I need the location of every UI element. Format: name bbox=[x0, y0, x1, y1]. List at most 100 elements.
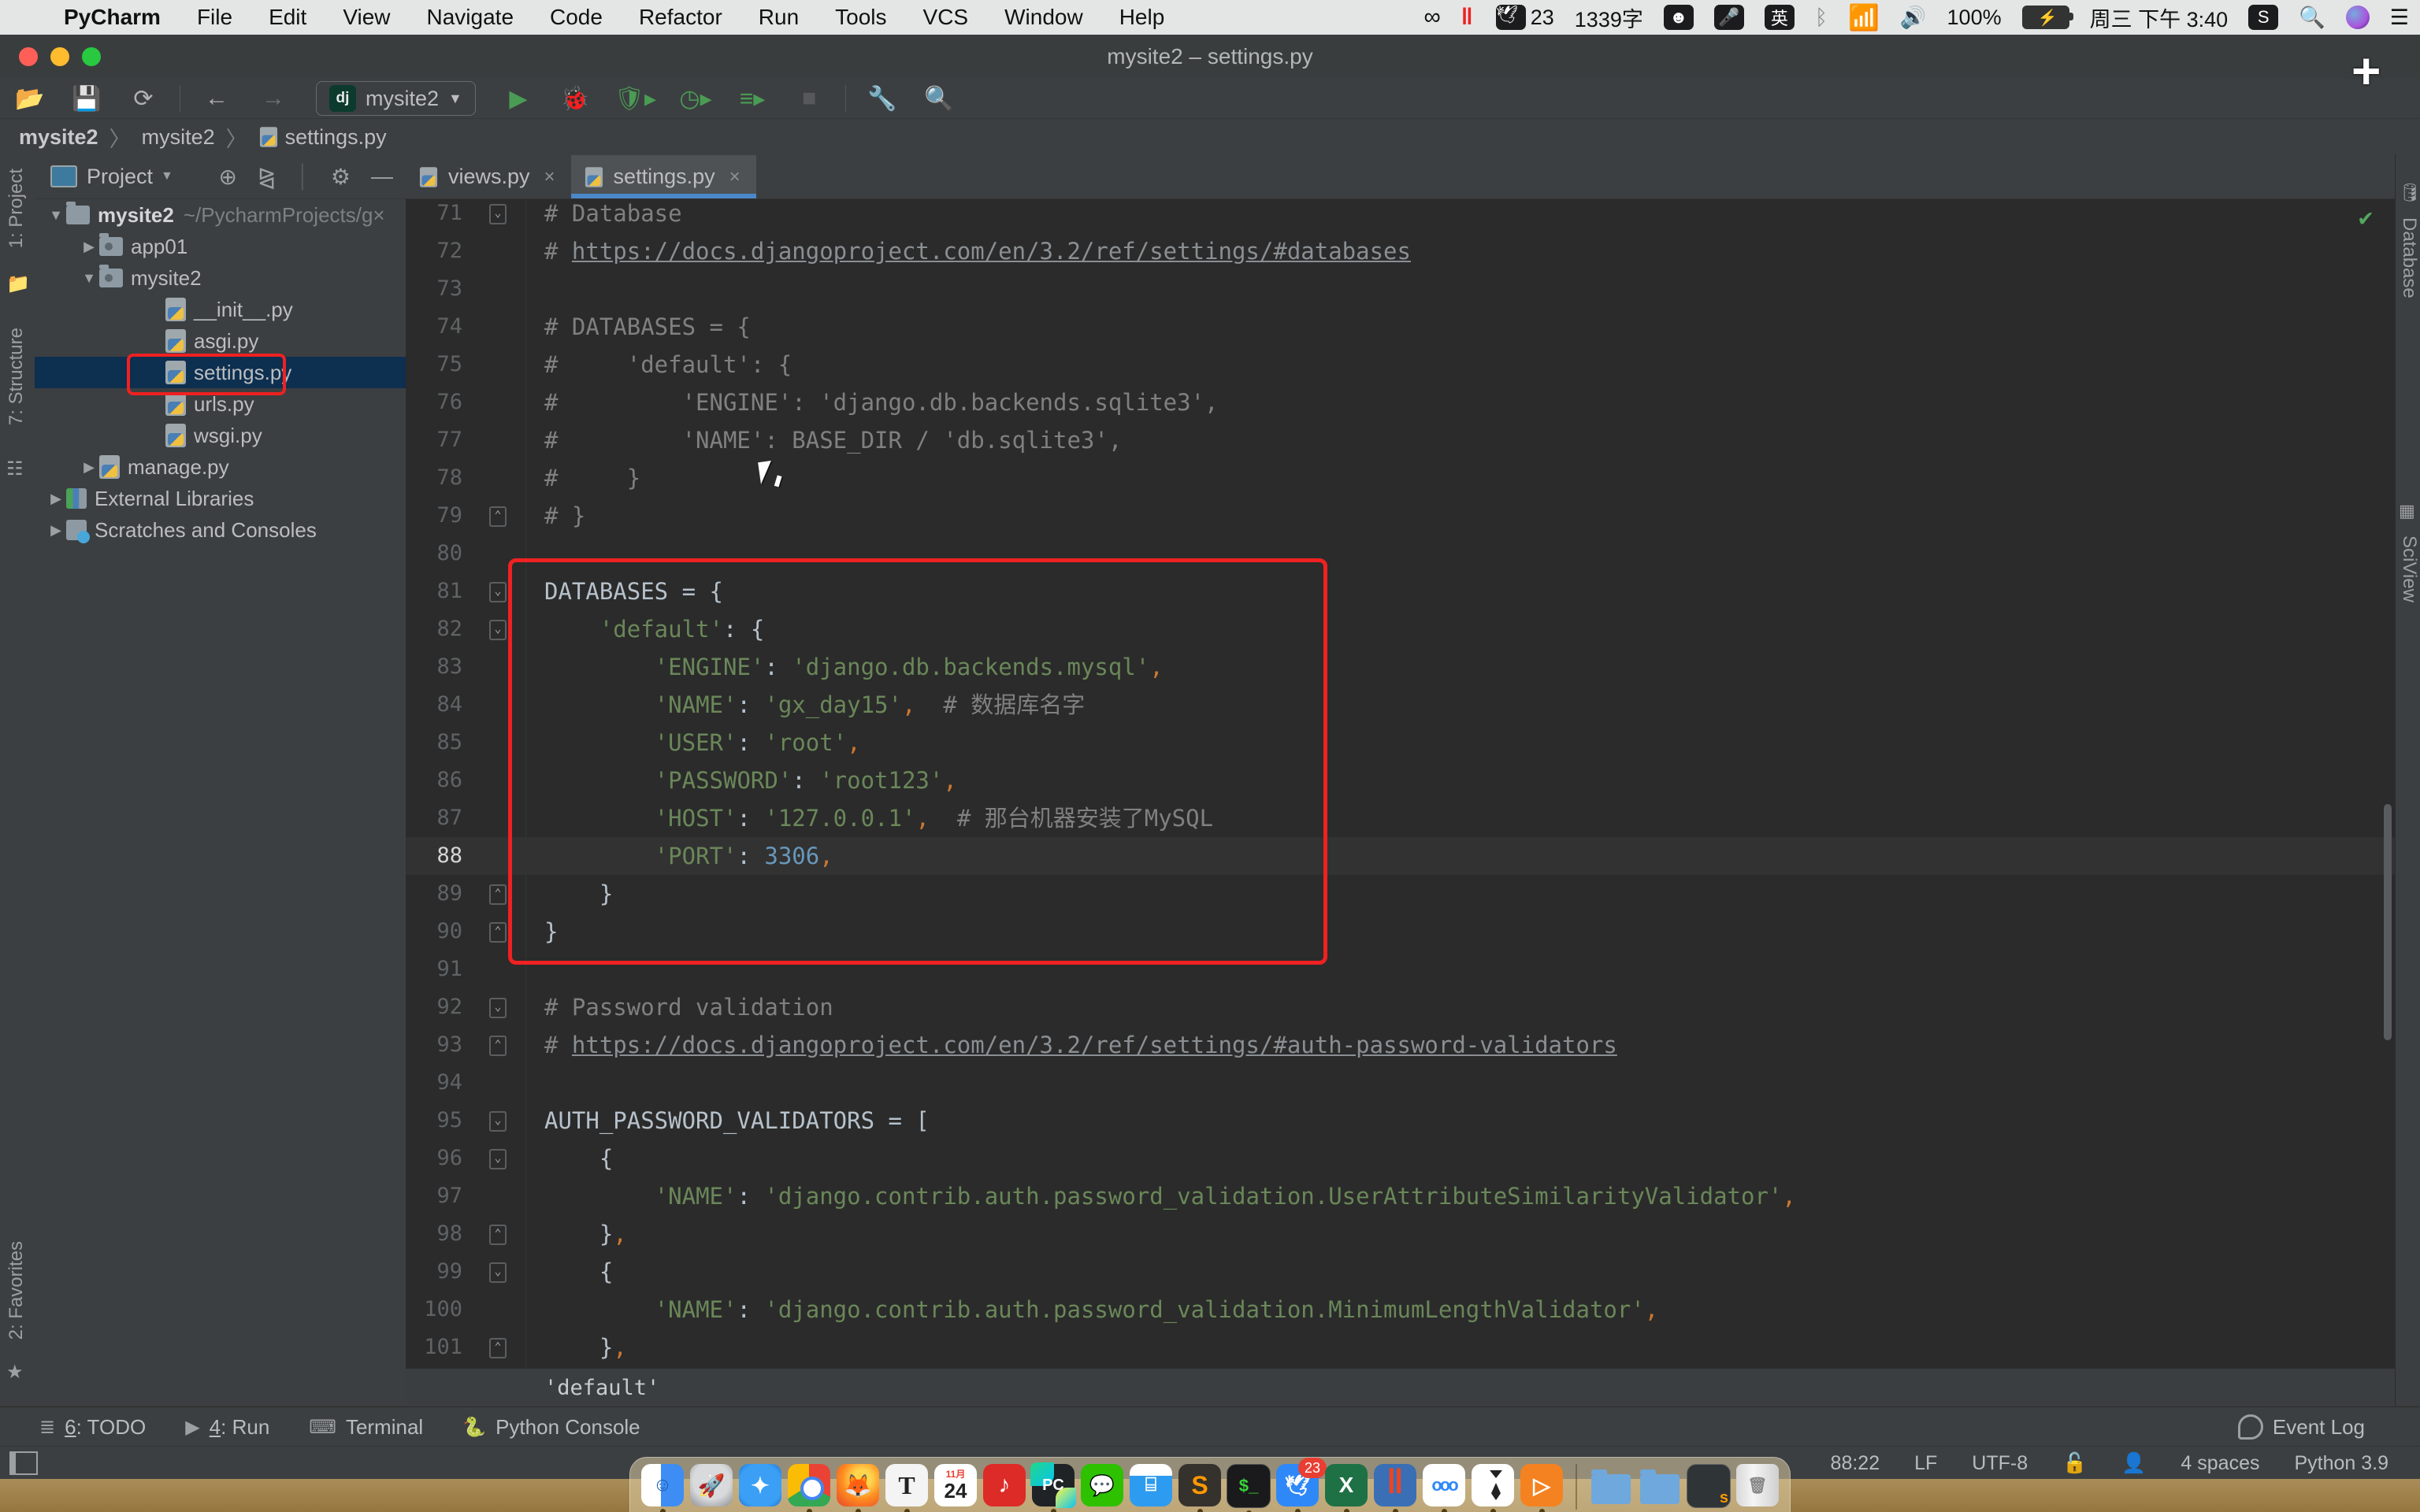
menu-item-help[interactable]: Help bbox=[1101, 5, 1183, 29]
tree-item-scratches-and-consoles[interactable]: ▶Scratches and Consoles bbox=[35, 514, 406, 546]
tree-expand-arrow[interactable]: ▶ bbox=[79, 239, 99, 255]
tree-item-wsgi-py[interactable]: wsgi.py bbox=[35, 420, 406, 451]
code-line-78[interactable]: 78# } bbox=[406, 459, 2395, 497]
dock-app-terminal[interactable]: $_ bbox=[1227, 1464, 1270, 1512]
fold-marker-icon[interactable]: ⌄ bbox=[489, 1262, 507, 1283]
dock-app-folder-downloads[interactable] bbox=[1639, 1464, 1681, 1506]
tree-item-app01[interactable]: ▶app01 bbox=[35, 231, 406, 262]
tree-item-manage-py[interactable]: ▶manage.py bbox=[35, 451, 406, 483]
tree-item-mysite2[interactable]: ▼mysite2 bbox=[35, 262, 406, 294]
dock-app-app-window[interactable] bbox=[1687, 1464, 1730, 1508]
tree-item-mysite2[interactable]: ▼mysite2~/PycharmProjects/g× bbox=[35, 199, 406, 231]
menu-item-view[interactable]: View bbox=[325, 5, 408, 29]
line-separator[interactable]: LF bbox=[1914, 1452, 1937, 1475]
forward-icon[interactable]: → bbox=[256, 81, 291, 116]
menu-item-run[interactable]: Run bbox=[740, 5, 817, 29]
dock-app-tie-app[interactable] bbox=[1472, 1464, 1514, 1512]
run-button[interactable]: ▶ bbox=[501, 81, 536, 116]
dock-app-remote-app[interactable]: ooo bbox=[1423, 1464, 1465, 1512]
code-line-86[interactable]: 86 'PASSWORD': 'root123', bbox=[406, 762, 2395, 799]
code-line-94[interactable]: 94 bbox=[406, 1064, 2395, 1102]
dock-app-dingtalk[interactable]: 🕊23 bbox=[1276, 1464, 1319, 1512]
concurrency-button[interactable]: ≡▸ bbox=[735, 81, 770, 116]
toolwindow-database-button[interactable]: Database bbox=[2398, 217, 2420, 298]
input-language-icon[interactable]: 英 bbox=[1765, 5, 1795, 30]
tab-views-py[interactable]: views.py× bbox=[406, 155, 571, 198]
code-line-98[interactable]: 98⌃ }, bbox=[406, 1215, 2395, 1253]
close-tab-icon[interactable]: × bbox=[544, 166, 555, 188]
collapse-all-icon[interactable]: ⧎ bbox=[258, 164, 276, 190]
breadcrumb-package[interactable]: mysite2 bbox=[142, 125, 215, 150]
debug-button[interactable]: 🐞 bbox=[558, 81, 592, 116]
menu-item-file[interactable]: File bbox=[179, 5, 251, 29]
close-window-button[interactable] bbox=[19, 47, 38, 66]
tree-expand-arrow[interactable]: ▶ bbox=[79, 459, 99, 476]
file-encoding[interactable]: UTF-8 bbox=[1972, 1452, 2028, 1475]
stop-button[interactable]: ■ bbox=[792, 81, 826, 116]
dock-app-firefox[interactable]: 🦊 bbox=[837, 1464, 879, 1512]
code-line-100[interactable]: 100 'NAME': 'django.contrib.auth.passwor… bbox=[406, 1291, 2395, 1329]
breadcrumb-project[interactable]: mysite2 bbox=[19, 125, 98, 150]
toolwindow-structure-button[interactable]: 7: Structure bbox=[6, 328, 28, 425]
dock-app-typora[interactable]: T bbox=[885, 1464, 928, 1512]
fold-marker-icon[interactable]: ⌄ bbox=[489, 582, 507, 602]
siri-icon[interactable] bbox=[2346, 6, 2370, 29]
code-line-96[interactable]: 96⌄ { bbox=[406, 1140, 2395, 1177]
fold-marker-icon[interactable]: ⌃ bbox=[489, 1225, 507, 1245]
sogou-input-icon[interactable]: S bbox=[2248, 5, 2278, 30]
dock-app-safari[interactable]: ✦ bbox=[739, 1464, 781, 1506]
dock-app-parallels[interactable] bbox=[1374, 1464, 1416, 1512]
code-line-72[interactable]: 72# https://docs.djangoproject.com/en/3.… bbox=[406, 232, 2395, 270]
code-line-91[interactable]: 91 bbox=[406, 951, 2395, 988]
toolwindow-favorites-button[interactable]: 2: Favorites bbox=[6, 1241, 28, 1340]
code-line-85[interactable]: 85 'USER': 'root', bbox=[406, 724, 2395, 762]
code-line-95[interactable]: 95⌄AUTH_PASSWORD_VALIDATORS = [ bbox=[406, 1102, 2395, 1140]
tree-expand-arrow[interactable]: ▶ bbox=[46, 491, 66, 507]
fold-marker-icon[interactable]: ⌃ bbox=[489, 884, 507, 905]
tree-item-external-libraries[interactable]: ▶External Libraries bbox=[35, 483, 406, 514]
code-line-93[interactable]: 93⌃# https://docs.djangoproject.com/en/3… bbox=[406, 1026, 2395, 1064]
fold-marker-icon[interactable]: ⌄ bbox=[489, 1149, 507, 1169]
toolwindow-todo-button[interactable]: ≣ 6: TODO bbox=[39, 1415, 146, 1440]
settings-wrench-icon[interactable]: 🔧 bbox=[865, 81, 900, 116]
tree-item-settings-py[interactable]: settings.py bbox=[35, 357, 406, 388]
run-configuration-select[interactable]: dj mysite2 ▼ bbox=[316, 81, 476, 116]
code-line-89[interactable]: 89⌃ } bbox=[406, 875, 2395, 913]
menu-item-pycharm[interactable]: PyCharm bbox=[46, 5, 179, 29]
dictation-mic-icon[interactable]: 🎤 bbox=[1714, 5, 1744, 30]
dock-app-folder-documents[interactable] bbox=[1590, 1464, 1632, 1506]
fold-marker-icon[interactable]: ⌄ bbox=[489, 1111, 507, 1132]
breadcrumb-file[interactable]: settings.py bbox=[285, 125, 387, 150]
menu-item-tools[interactable]: Tools bbox=[817, 5, 904, 29]
menu-item-window[interactable]: Window bbox=[986, 5, 1101, 29]
wifi-icon[interactable]: 📶 bbox=[1848, 2, 1880, 32]
emoji-input-icon[interactable]: ☻ bbox=[1664, 5, 1694, 30]
code-line-92[interactable]: 92⌄# Password validation bbox=[406, 988, 2395, 1026]
word-count[interactable]: 1339字 bbox=[1575, 2, 1643, 33]
toolwindow-sciview-button[interactable]: SciView bbox=[2398, 536, 2420, 602]
dock-app-finder[interactable]: ☺ bbox=[641, 1464, 684, 1512]
fold-marker-icon[interactable]: ⌄ bbox=[489, 204, 507, 224]
tree-item-asgi-py[interactable]: asgi.py bbox=[35, 325, 406, 357]
toolwindow-switcher-icon[interactable] bbox=[9, 1451, 38, 1475]
code-line-74[interactable]: 74# DATABASES = { bbox=[406, 308, 2395, 346]
tree-expand-arrow[interactable]: ▶ bbox=[46, 522, 66, 539]
code-line-81[interactable]: 81⌄DATABASES = { bbox=[406, 573, 2395, 610]
tree-item-urls-py[interactable]: urls.py bbox=[35, 388, 406, 420]
toolwindow-run-button[interactable]: ▶ 4: Run bbox=[185, 1415, 269, 1440]
tree-item--init-py[interactable]: __init__.py bbox=[35, 294, 406, 325]
menubar-clock[interactable]: 周三 下午 3:40 bbox=[2090, 2, 2229, 33]
zoom-window-button[interactable] bbox=[82, 47, 101, 66]
dock-app-netease-music[interactable]: ♪ bbox=[983, 1464, 1026, 1506]
code-line-83[interactable]: 83 'ENGINE': 'django.db.backends.mysql', bbox=[406, 648, 2395, 686]
open-icon[interactable]: 📂 bbox=[13, 81, 47, 116]
code-line-71[interactable]: 71⌄# Database bbox=[406, 199, 2395, 232]
code-line-87[interactable]: 87 'HOST': '127.0.0.1', # 那台机器安装了MySQL bbox=[406, 799, 2395, 837]
back-icon[interactable]: ← bbox=[199, 81, 234, 116]
dock-app-excel[interactable]: X bbox=[1325, 1464, 1368, 1512]
toolwindow-python-console-button[interactable]: 🐍 Python Console bbox=[462, 1415, 640, 1440]
minimize-window-button[interactable] bbox=[50, 47, 69, 66]
dock-app-keynote[interactable]: ⌸ bbox=[1130, 1464, 1172, 1506]
code-line-99[interactable]: 99⌄ { bbox=[406, 1253, 2395, 1291]
control-center-icon[interactable]: ☰ bbox=[2390, 6, 2409, 30]
